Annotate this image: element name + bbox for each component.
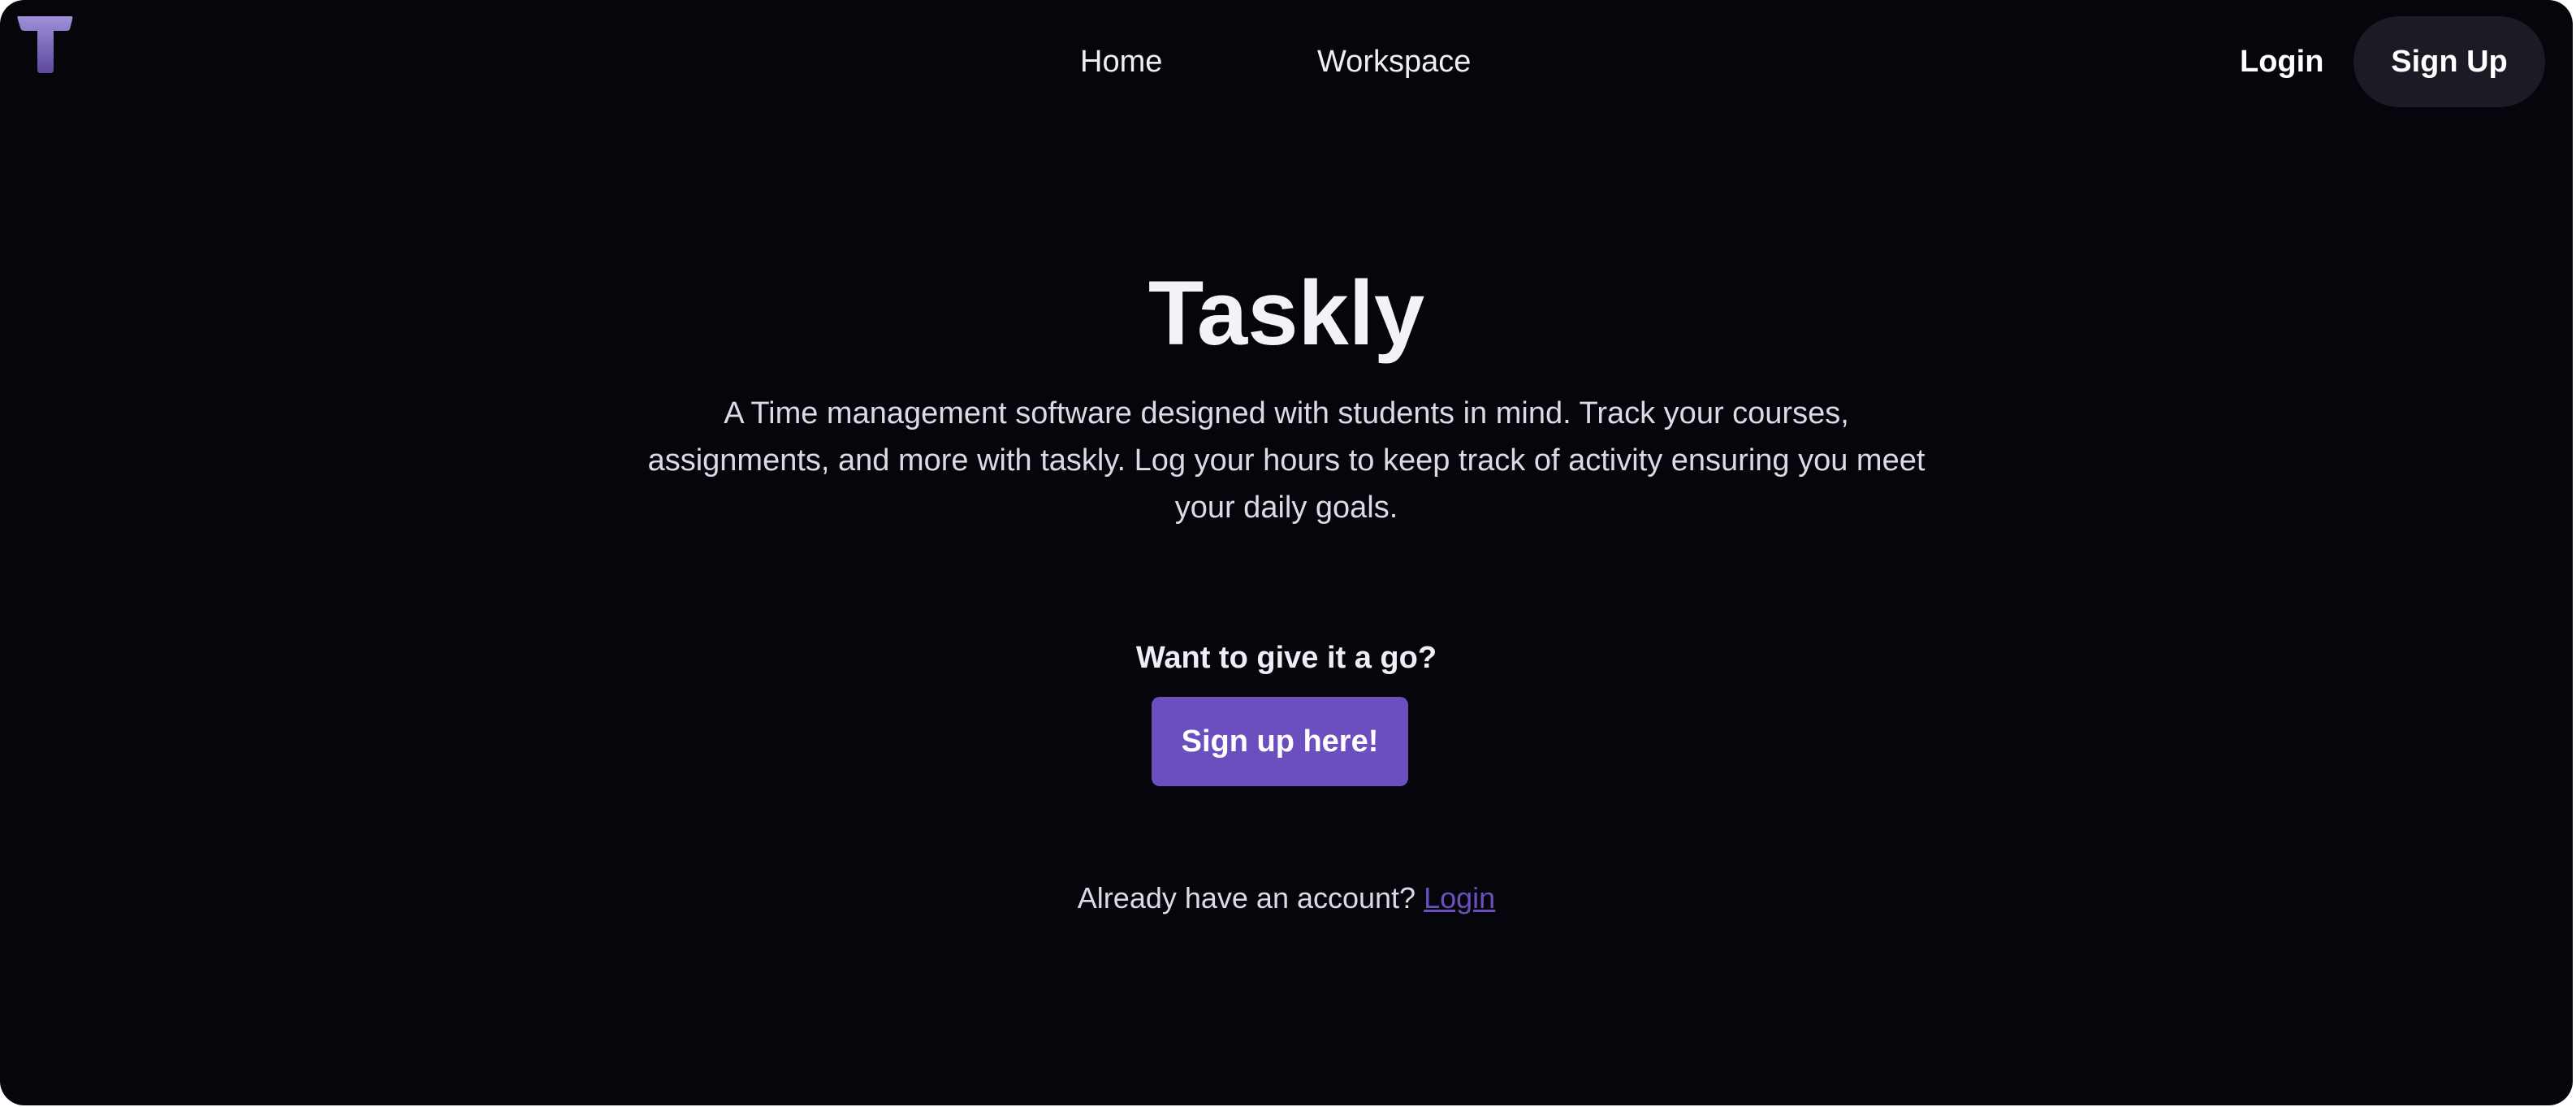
hero-title: Taskly [1148,262,1425,364]
nav-home-link[interactable]: Home [1080,42,1162,81]
login-link[interactable]: Login [1424,881,1495,915]
header-signup-button[interactable]: Sign Up [2353,16,2545,107]
cta-prompt: Want to give it a go? [1135,641,1437,675]
already-have-account-text: Already have an account? [1077,881,1416,915]
header-login-link[interactable]: Login [2240,42,2323,81]
signup-here-button[interactable]: Sign up here! [1152,697,1408,786]
hero-description: A Time management software designed with… [647,396,1926,525]
taskly-logo-icon[interactable] [15,13,75,76]
nav-workspace-link[interactable]: Workspace [1317,42,1471,81]
app-window: Home Workspace Login Sign Up Taskly A Ti… [0,0,2573,1105]
already-have-account: Already have an account? Login [0,879,2573,918]
